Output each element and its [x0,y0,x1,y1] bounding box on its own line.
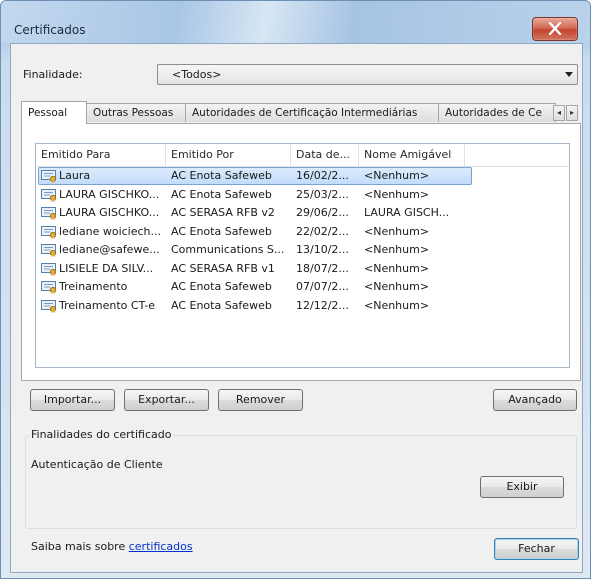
purposes-value: Autenticação de Cliente [31,458,163,471]
cell-date: 12/12/2... [296,298,349,312]
view-button[interactable]: Exibir [480,476,564,498]
cell-issued-by: AC SERASA RFB v2 [171,206,275,219]
tab-strip: Pessoal Outras Pessoas Autoridades de Ce… [21,101,581,124]
tab-outras-pessoas[interactable]: Outras Pessoas [86,103,186,122]
advanced-button-label: Avançado [508,393,562,406]
tab-label: Pessoal [28,107,68,119]
cell-friendly-name: <Nenhum> [364,280,430,293]
table-row[interactable]: Laura AC Enota Safeweb 16/02/2... <Nenhum> [36,167,569,185]
column-header-nome-amigavel[interactable]: Nome Amigável [359,144,465,166]
tab-scroll-left-button[interactable]: ◂ [553,105,565,121]
cell-friendly-name: <Nenhum> [364,224,430,238]
column-label: Data de... [296,148,351,161]
purpose-label: Finalidade: [23,68,83,81]
column-label: Emitido Por [171,148,234,161]
table-row[interactable]: lediane@safewe... Communications S... 13/1… [36,241,569,259]
cell-issued-by: AC Enota Safeweb [171,187,272,201]
cell-issued-by: AC SERASA RFB v1 [171,261,275,275]
certificates-window: Certificados Finalidade: <Todos> Pessoal… [0,0,591,579]
cell-date: 13/10/2... [296,243,349,256]
table-row[interactable]: lediane woiciech... AC Enota Safeweb 22/02… [36,223,569,241]
advanced-button[interactable]: Avançado [493,389,577,411]
column-header-emitido-para[interactable]: Emitido Para [36,144,166,166]
cell-friendly-name: <Nenhum> [364,261,430,275]
close-button[interactable]: Fechar [494,538,579,560]
certificate-icon [41,244,57,257]
cell-issued-by: AC Enota Safeweb [171,169,272,182]
purposes-group-title: Finalidades do certificado [29,428,174,441]
table-row[interactable]: LISIELE DA SILV... AC SERASA RFB v1 18/07/… [36,260,569,278]
list-header: Emitido Para Emitido Por Data de... Nome… [36,144,569,167]
cell-date: 29/06/2... [296,206,349,219]
table-row[interactable]: LAURA GISCHKO... AC Enota Safeweb 25/03/2.… [36,186,569,204]
cell-date: 22/02/2... [296,224,349,238]
import-button[interactable]: Importar... [30,389,115,411]
certificate-list[interactable]: Emitido Para Emitido Por Data de... Nome… [35,143,570,368]
cell-date: 16/02/2... [296,169,349,182]
cell-issued-to: LISIELE DA SILV... [59,261,154,275]
tab-autoridades-intermediarias[interactable]: Autoridades de Certificação Intermediári… [185,103,440,122]
window-title: Certificados [14,23,86,37]
cell-date: 25/03/2... [296,187,349,201]
certificate-icon [41,262,57,276]
certificate-icon [41,170,57,183]
title-bar[interactable]: Certificados [1,1,590,43]
chevron-left-icon: ◂ [556,108,561,117]
column-header-emitido-por[interactable]: Emitido Por [166,144,291,166]
chevron-down-icon [565,72,573,77]
close-window-button[interactable] [532,17,578,41]
cell-issued-to: Treinamento CT-e [59,298,156,312]
cell-friendly-name: LAURA GISCH... [364,206,450,219]
tab-scroll-right-button[interactable]: ▸ [566,105,578,121]
purpose-select[interactable]: <Todos> [157,64,578,85]
cell-issued-by: AC Enota Safeweb [171,280,272,293]
cell-friendly-name: <Nenhum> [364,187,430,201]
cell-friendly-name: <Nenhum> [364,298,430,312]
tab-label: Outras Pessoas [93,107,174,119]
chevron-right-icon: ▸ [569,108,574,117]
certificates-link[interactable]: certificados [129,540,193,553]
dialog-body: Finalidade: <Todos> Pessoal Outras Pesso… [10,43,583,573]
column-label: Emitido Para [41,148,111,161]
tab-pessoal[interactable]: Pessoal [21,101,87,124]
column-header-data[interactable]: Data de... [291,144,359,166]
remove-button-label: Remover [235,393,286,406]
cell-issued-to: LAURA GISCHKO... [59,187,160,201]
view-button-label: Exibir [506,480,538,493]
cell-issued-by: AC Enota Safeweb [171,298,272,312]
table-row[interactable]: Treinamento AC Enota Safeweb 07/07/2... <Ne… [36,278,569,296]
certificate-icon [41,299,57,313]
cell-issued-to: lediane woiciech... [59,224,162,238]
tab-autoridades-raiz[interactable]: Autoridades de Ce [438,103,556,122]
close-icon [548,22,562,35]
cell-issued-by: Communications S... [171,243,285,256]
learn-more-prefix: Saiba mais sobre [31,540,129,553]
export-button-label: Exportar... [138,393,195,406]
certificate-icon [41,225,57,239]
remove-button[interactable]: Remover [218,389,303,411]
purpose-selected-value: <Todos> [172,68,222,81]
cell-date: 07/07/2... [296,280,349,293]
cell-issued-to: Treinamento [59,280,128,293]
import-button-label: Importar... [43,393,102,406]
table-row[interactable]: LAURA GISCHKO... AC SERASA RFB v2 29/06/2.… [36,204,569,222]
column-label: Nome Amigável [364,148,452,161]
certificate-icon [41,188,57,202]
learn-more-text: Saiba mais sobre certificados [31,540,193,553]
close-button-label: Fechar [518,542,555,555]
cell-issued-to: lediane@safewe... [59,243,160,256]
cell-issued-to: Laura [59,169,91,182]
tab-label: Autoridades de Ce [445,107,542,119]
tab-label: Autoridades de Certificação Intermediári… [192,107,418,119]
export-button[interactable]: Exportar... [124,389,209,411]
cell-date: 18/07/2... [296,261,349,275]
cell-issued-to: LAURA GISCHKO... [59,206,160,219]
certificate-icon [41,207,57,220]
cell-friendly-name: <Nenhum> [364,169,430,182]
cell-issued-by: AC Enota Safeweb [171,224,272,238]
cell-friendly-name: <Nenhum> [364,243,430,256]
certificate-icon [41,281,57,294]
table-row[interactable]: Treinamento CT-e AC Enota Safeweb 12/12/2.… [36,297,569,315]
